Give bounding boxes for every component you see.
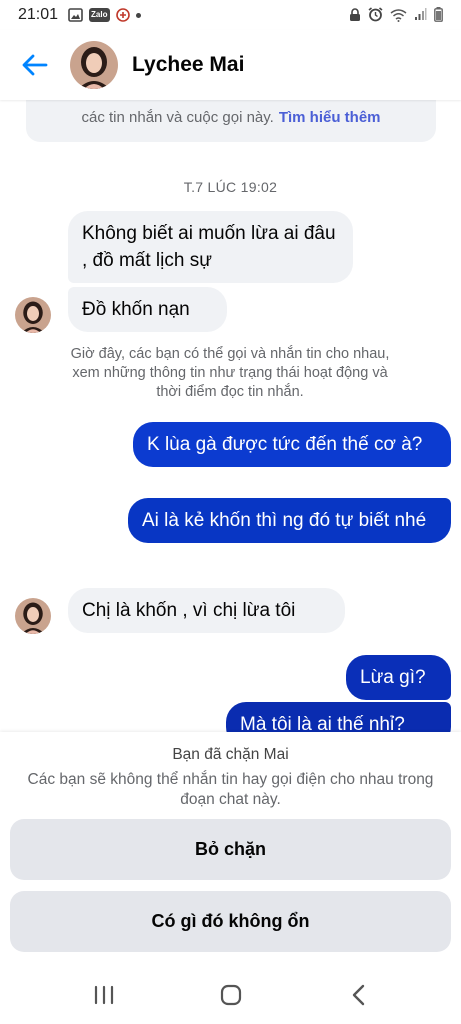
system-nav-bar (0, 966, 461, 1024)
notification-icons: Zalo (68, 8, 141, 22)
wifi-icon (390, 8, 407, 22)
report-problem-button[interactable]: Có gì đó không ổn (10, 891, 451, 952)
home-icon (220, 984, 241, 1006)
incoming-message[interactable]: Đồ khốn nạn (68, 287, 227, 332)
back-arrow-icon (22, 54, 48, 76)
recent-apps-icon (94, 985, 113, 1005)
lock-icon (350, 7, 360, 21)
alarm-icon (368, 7, 383, 22)
message-timestamp: T.7 LÚC 19:02 (183, 179, 278, 195)
avatar-image (70, 41, 118, 89)
incoming-message[interactable]: Không biết ai muốn lừa ai đâu , đồ mất l… (68, 211, 353, 283)
info-text: các tin nhắn và cuộc gọi này. (81, 108, 274, 126)
recent-apps-button[interactable] (74, 975, 134, 1015)
chat-header: Lychee Mai (0, 30, 461, 100)
outgoing-message[interactable]: Ai là kẻ khốn thì ng đó tự biết nhé (128, 498, 451, 543)
signal-icon (415, 8, 427, 20)
status-bar: 21:01 Zalo (0, 0, 461, 30)
notification-dot (135, 12, 141, 18)
blocked-title: Bạn đã chặn Mai (172, 746, 289, 763)
contact-name[interactable]: Lychee Mai (132, 53, 244, 77)
blocked-description: Các bạn sẽ không thể nhắn tin hay gọi đi… (27, 771, 434, 808)
app-icon (115, 8, 130, 22)
back-nav-button[interactable] (328, 975, 388, 1015)
avatar-image (15, 297, 51, 333)
system-icons (349, 7, 443, 22)
outgoing-message[interactable]: Lừa gì? (346, 655, 451, 700)
contact-avatar[interactable] (70, 41, 118, 89)
back-button[interactable] (0, 30, 70, 100)
sender-avatar[interactable] (15, 297, 51, 333)
system-note: Giờ đây, các bạn có thể gọi và nhắn tin … (70, 346, 390, 400)
home-button[interactable] (201, 975, 261, 1015)
outgoing-message[interactable]: K lùa gà được tức đến thế cơ à? (133, 422, 451, 467)
status-time: 21:01 (18, 6, 59, 23)
gallery-icon (68, 8, 83, 22)
incoming-message[interactable]: Chị là khốn , vì chị lừa tôi (68, 588, 345, 633)
zalo-icon: Zalo (89, 8, 110, 22)
avatar-image (15, 598, 51, 634)
chevron-left-icon (352, 984, 364, 1006)
learn-more-link[interactable]: Tìm hiểu thêm (279, 109, 381, 126)
blocked-panel: Bạn đã chặn Mai Các bạn sẽ không thể nhắ… (0, 732, 461, 1024)
sender-avatar[interactable] (15, 598, 51, 634)
battery-icon (434, 7, 443, 22)
unblock-button[interactable]: Bỏ chặn (10, 819, 451, 880)
